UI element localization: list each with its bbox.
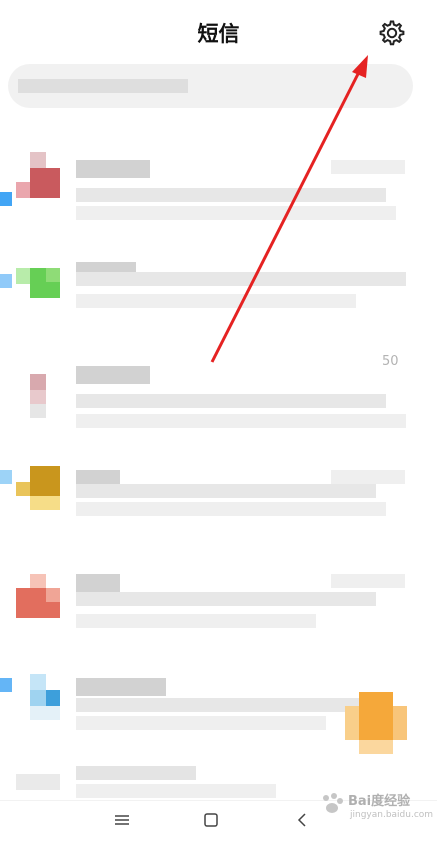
- message-snippet-blur: [76, 414, 406, 428]
- conversation-row[interactable]: [0, 140, 437, 240]
- status-badge: 50: [382, 354, 399, 369]
- message-snippet-blur: [76, 502, 386, 516]
- message-snippet-blur: [76, 272, 406, 286]
- avatar: [16, 152, 62, 214]
- unread-indicator: [0, 470, 12, 484]
- timestamp-blur: [331, 470, 405, 484]
- conversation-row[interactable]: [0, 242, 437, 342]
- conversation-row[interactable]: [0, 554, 437, 654]
- conversation-row[interactable]: [0, 450, 437, 550]
- message-snippet-blur: [76, 784, 276, 798]
- menu-icon[interactable]: [111, 809, 133, 831]
- message-snippet-blur: [76, 294, 356, 308]
- contact-name-blur: [76, 678, 166, 696]
- message-snippet-blur: [76, 766, 196, 780]
- timestamp-blur: [331, 160, 405, 174]
- unread-indicator: [0, 192, 12, 206]
- avatar: [16, 462, 62, 524]
- message-snippet-blur: [76, 188, 386, 202]
- watermark-text: Bai度经验: [348, 794, 411, 809]
- avatar: [16, 764, 62, 794]
- page-title: 短信: [197, 22, 240, 46]
- avatar: [16, 566, 62, 628]
- timestamp-blur: [331, 574, 405, 588]
- avatar: [16, 670, 62, 732]
- header: 短信: [0, 0, 437, 62]
- contact-name-blur: [76, 366, 150, 384]
- gear-icon[interactable]: [378, 19, 406, 47]
- contact-name-blur: [76, 160, 150, 178]
- compose-button[interactable]: [345, 692, 407, 754]
- message-snippet-blur: [76, 394, 386, 408]
- back-icon[interactable]: [291, 809, 313, 831]
- message-snippet-blur: [76, 206, 396, 220]
- watermark: Bai度经验 jingyan.baidu.com: [318, 786, 433, 830]
- message-snippet-blur: [76, 484, 376, 498]
- message-snippet-blur: [76, 614, 316, 628]
- message-snippet-blur: [76, 592, 376, 606]
- paw-icon: [323, 793, 343, 813]
- conversation-row[interactable]: [0, 346, 437, 446]
- watermark-url: jingyan.baidu.com: [350, 810, 434, 820]
- unread-indicator: [0, 678, 12, 692]
- message-snippet-blur: [76, 698, 386, 712]
- contact-name-blur: [76, 574, 120, 592]
- unread-indicator: [0, 274, 12, 288]
- search-placeholder-blur: [18, 79, 188, 93]
- home-icon[interactable]: [200, 809, 222, 831]
- compose-icon: [345, 692, 407, 754]
- message-snippet-blur: [76, 716, 326, 730]
- avatar: [16, 358, 62, 420]
- avatar: [16, 254, 62, 316]
- search-bar[interactable]: [8, 64, 413, 108]
